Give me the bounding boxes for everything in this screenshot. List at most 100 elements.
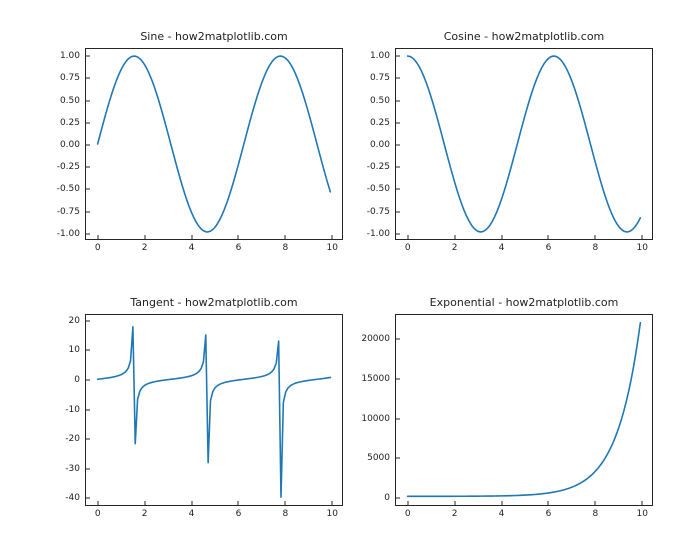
ytick-label: 0.50	[60, 96, 80, 106]
ytick-mark	[396, 145, 400, 146]
xtick-mark	[238, 235, 239, 239]
ytick-mark	[86, 233, 90, 234]
ytick-label: 5000	[367, 453, 390, 463]
xtick-label: 2	[452, 509, 458, 519]
ytick-mark	[86, 320, 90, 321]
xtick-label: 0	[95, 243, 101, 253]
ytick-mark	[86, 78, 90, 79]
xtick-mark	[642, 235, 643, 239]
subplot-tangent: Tangent - how2matplotlib.com 0246810-40-…	[85, 314, 343, 506]
ytick-mark	[396, 100, 400, 101]
ytick-mark	[86, 468, 90, 469]
xtick-label: 8	[282, 243, 288, 253]
subplot-exponential: Exponential - how2matplotlib.com 0246810…	[395, 314, 653, 506]
xtick-label: 0	[405, 509, 411, 519]
xtick-label: 0	[95, 509, 101, 519]
ytick-label: 10000	[361, 414, 390, 424]
ytick-mark	[86, 211, 90, 212]
plot-area: 0246810-40-30-20-1001020	[85, 314, 343, 506]
ytick-label: 0.00	[60, 140, 80, 150]
ytick-label: -40	[65, 493, 80, 503]
ytick-mark	[396, 167, 400, 168]
ytick-mark	[396, 378, 400, 379]
xtick-label: 10	[637, 509, 648, 519]
ytick-mark	[396, 338, 400, 339]
ytick-label: -0.75	[367, 207, 390, 217]
xtick-label: 4	[189, 509, 195, 519]
xtick-mark	[285, 501, 286, 505]
ytick-mark	[86, 56, 90, 57]
xtick-mark	[97, 235, 98, 239]
plot-area: 0246810-1.00-0.75-0.50-0.250.000.250.500…	[85, 48, 343, 240]
ytick-mark	[86, 439, 90, 440]
xtick-label: 4	[499, 243, 505, 253]
xtick-mark	[285, 235, 286, 239]
xtick-mark	[595, 235, 596, 239]
ytick-label: -20	[65, 434, 80, 444]
ytick-label: -0.25	[57, 162, 80, 172]
ytick-label: -0.50	[367, 184, 390, 194]
ytick-mark	[86, 409, 90, 410]
subplot-title: Sine - how2matplotlib.com	[85, 30, 343, 43]
ytick-mark	[396, 498, 400, 499]
ytick-label: 20	[69, 316, 80, 326]
xtick-label: 8	[592, 243, 598, 253]
ytick-mark	[86, 498, 90, 499]
ytick-label: 0	[384, 493, 390, 503]
ytick-label: -0.25	[367, 162, 390, 172]
xtick-label: 4	[499, 509, 505, 519]
xtick-mark	[332, 501, 333, 505]
line-plot	[396, 49, 652, 239]
ytick-mark	[396, 78, 400, 79]
xtick-mark	[501, 501, 502, 505]
xtick-label: 10	[637, 243, 648, 253]
subplot-cosine: Cosine - how2matplotlib.com 0246810-1.00…	[395, 48, 653, 240]
xtick-mark	[548, 501, 549, 505]
xtick-mark	[191, 235, 192, 239]
ytick-mark	[86, 379, 90, 380]
ytick-label: 15000	[361, 374, 390, 384]
xtick-mark	[191, 501, 192, 505]
xtick-mark	[97, 501, 98, 505]
ytick-label: -1.00	[367, 229, 390, 239]
xtick-label: 2	[452, 243, 458, 253]
ytick-label: -1.00	[57, 229, 80, 239]
ytick-label: 0.25	[370, 118, 390, 128]
ytick-mark	[396, 122, 400, 123]
xtick-label: 4	[189, 243, 195, 253]
line-plot	[396, 315, 652, 505]
xtick-mark	[144, 501, 145, 505]
ytick-label: 0.50	[370, 96, 390, 106]
xtick-label: 0	[405, 243, 411, 253]
xtick-label: 8	[282, 509, 288, 519]
ytick-mark	[396, 458, 400, 459]
xtick-mark	[501, 235, 502, 239]
ytick-mark	[396, 233, 400, 234]
xtick-mark	[595, 501, 596, 505]
ytick-label: 1.00	[60, 51, 80, 61]
line-plot	[86, 49, 342, 239]
xtick-label: 6	[236, 243, 242, 253]
ytick-mark	[86, 122, 90, 123]
xtick-label: 6	[546, 509, 552, 519]
ytick-mark	[86, 100, 90, 101]
ytick-mark	[396, 189, 400, 190]
ytick-mark	[396, 211, 400, 212]
plot-area: 0246810-1.00-0.75-0.50-0.250.000.250.500…	[395, 48, 653, 240]
xtick-mark	[642, 501, 643, 505]
subplot-sine: Sine - how2matplotlib.com 0246810-1.00-0…	[85, 48, 343, 240]
xtick-mark	[548, 235, 549, 239]
subplot-title: Tangent - how2matplotlib.com	[85, 296, 343, 309]
ytick-label: 20000	[361, 334, 390, 344]
ytick-label: 0.00	[370, 140, 390, 150]
xtick-mark	[454, 235, 455, 239]
xtick-label: 6	[546, 243, 552, 253]
ytick-label: -0.50	[57, 184, 80, 194]
subplot-title: Exponential - how2matplotlib.com	[395, 296, 653, 309]
subplot-title: Cosine - how2matplotlib.com	[395, 30, 653, 43]
xtick-mark	[144, 235, 145, 239]
ytick-label: 0	[74, 375, 80, 385]
ytick-mark	[86, 189, 90, 190]
figure: Sine - how2matplotlib.com 0246810-1.00-0…	[0, 0, 700, 560]
ytick-label: 1.00	[370, 51, 390, 61]
